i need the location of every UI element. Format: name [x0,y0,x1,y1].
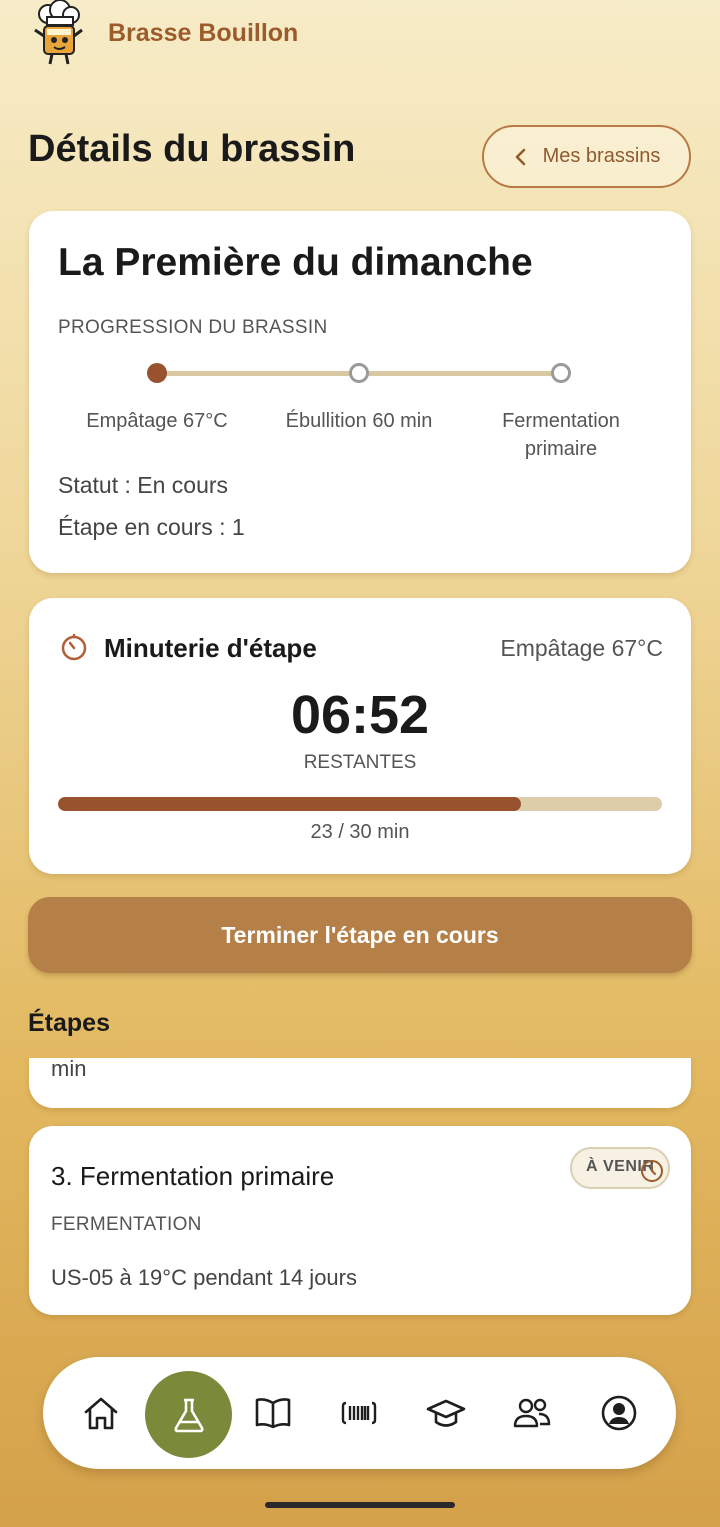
home-indicator [265,1502,455,1508]
steps-section-title: Étapes [28,1009,110,1037]
page-title: Détails du brassin [28,128,356,170]
timer-countdown: 06:52 [290,685,430,745]
progress-step-1-label: Empâtage 67°C [86,410,228,432]
step-card-2-description: min [51,1058,87,1081]
clock-icon [641,1160,663,1182]
brew-summary-card: La Première du dimanche PROGRESSION DU B… [29,211,691,573]
step-card-title: 3. Fermentation primaire [51,1161,335,1191]
progress-step-1-dot [147,363,167,383]
book-icon [255,1398,291,1429]
chef-mascot-logo-icon [34,0,83,65]
tab-brews[interactable] [145,1371,232,1458]
timer-step-name: Empâtage 67°C [500,635,663,661]
timer-progress-bar [58,797,662,811]
step-card-2[interactable]: min [29,1058,691,1108]
tab-learn[interactable] [412,1379,480,1447]
step-timer-card: Minuterie d'étape Empâtage 67°C 06:52 RE… [29,598,691,874]
timer-progress-caption: 23 / 30 min [310,821,410,843]
step-card-3[interactable]: 3. Fermentation primaire FERMENTATION US… [29,1126,691,1315]
progress-step-2-dot [349,363,369,383]
back-button-label: Mes brassins [542,145,661,167]
timer-title: Minuterie d'étape [104,633,317,663]
tab-home[interactable] [67,1379,135,1447]
graduation-cap-icon [426,1399,466,1427]
brew-current-step: Étape en cours : 1 [58,514,245,540]
tab-scanner[interactable] [325,1379,393,1447]
barcode-icon [341,1401,377,1425]
profile-icon [601,1395,637,1431]
brew-name: La Première du dimanche [58,241,533,284]
flask-icon [173,1398,204,1432]
chevron-left-icon [515,148,525,165]
my-brews-back-button[interactable]: Mes brassins [482,125,691,188]
app-header: Brasse Bouillon [30,0,298,68]
users-icon [513,1398,551,1428]
progress-step-2-label: Ébullition 60 min [285,410,433,432]
status-badge: À VENIR [570,1147,670,1189]
timer-icon [61,633,87,661]
tab-recipes[interactable] [239,1379,307,1447]
timer-progress-fill [58,797,522,811]
brew-status: Statut : En cours [58,472,229,498]
bottom-tab-bar [43,1357,676,1469]
brew-progress-label: PROGRESSION DU BRASSIN [58,317,328,338]
timer-remaining-label: RESTANTES [303,752,417,773]
finish-current-step-button[interactable]: Terminer l'étape en cours [28,897,692,973]
tab-community[interactable] [498,1379,566,1447]
tab-profile[interactable] [585,1379,653,1447]
steps-list[interactable]: min 3. Fermentation primaire FERMENTATIO… [0,1058,720,1358]
progress-step-3-label: Fermentation primaire [502,410,620,460]
progress-step-3-dot [551,363,571,383]
step-card-description: US-05 à 19°C pendant 14 jours [51,1265,357,1290]
home-icon [84,1397,118,1430]
app-name: Brasse Bouillon [108,18,299,47]
step-card-type: FERMENTATION [51,1214,202,1235]
